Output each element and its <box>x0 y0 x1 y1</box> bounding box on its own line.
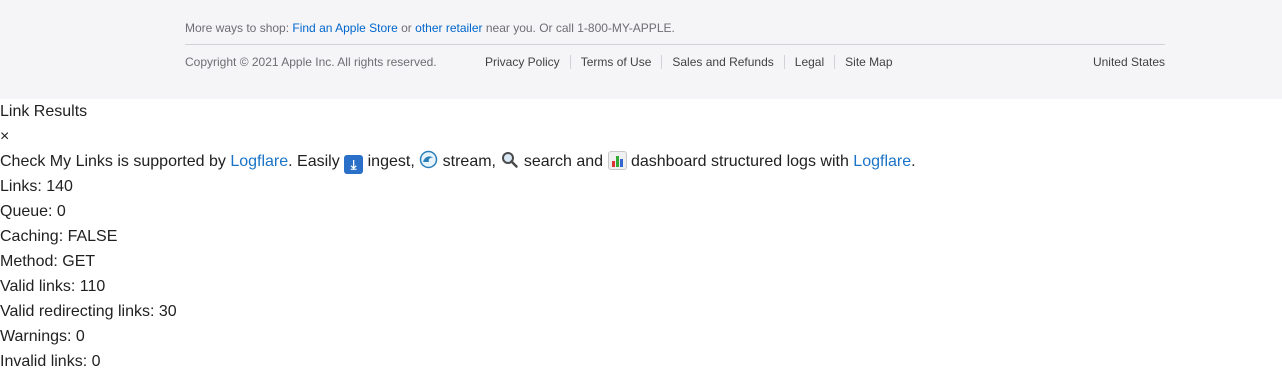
search-text: search and <box>519 153 608 170</box>
stat-valid-redirecting: Valid redirecting links: 30 <box>0 303 177 320</box>
stat-caching: Caching: FALSE <box>0 228 118 245</box>
find-apple-store-link[interactable]: Find an Apple Store <box>292 21 397 35</box>
close-row: × <box>0 124 1282 149</box>
results-title: Link Results <box>0 103 88 120</box>
shop-line: More ways to shop: Find an Apple Store o… <box>185 21 675 35</box>
ingest-text: ingest, <box>363 153 420 170</box>
support-line: Check My Links is supported by Logflare.… <box>0 149 1282 174</box>
other-retailer-link[interactable]: other retailer <box>415 21 482 35</box>
dashboard-text: dashboard structured logs with <box>626 153 854 170</box>
magnifier-icon <box>500 150 519 169</box>
stat-valid-links: Valid links: 110 <box>0 278 106 295</box>
logflare-link-2[interactable]: Logflare <box>853 153 911 170</box>
sales-and-refunds-link[interactable]: Sales and Refunds <box>661 55 783 69</box>
easily-text: . Easily <box>288 153 345 170</box>
stat-method: Method: GET <box>0 253 96 270</box>
copyright-text: Copyright © 2021 Apple Inc. All rights r… <box>185 55 437 69</box>
apple-footer: More ways to shop: Find an Apple Store o… <box>0 0 1282 99</box>
ingest-arrow-icon: ⤓ <box>344 155 364 174</box>
footer-divider <box>185 44 1165 45</box>
or-text: or <box>397 21 416 35</box>
support-prefix: Check My Links is supported by <box>0 153 231 170</box>
shop-suffix: near you. Or call 1-800-MY-APPLE. <box>482 21 675 35</box>
shop-prefix: More ways to shop: <box>185 21 293 35</box>
stat-invalid-links: Invalid links: 0 <box>0 353 101 370</box>
period-text: . <box>911 153 916 170</box>
locale-link[interactable]: United States <box>1093 55 1165 69</box>
logflare-link[interactable]: Logflare <box>230 153 288 170</box>
stream-text: stream, <box>438 153 501 170</box>
terms-of-use-link[interactable]: Terms of Use <box>569 55 662 69</box>
link-results-panel: Link Results × Check My Links is support… <box>0 99 1282 374</box>
stat-warnings: Warnings: 0 <box>0 328 85 345</box>
stat-queue: Queue: 0 <box>0 203 66 220</box>
site-map-link[interactable]: Site Map <box>834 55 902 69</box>
privacy-policy-link[interactable]: Privacy Policy <box>485 55 570 69</box>
wave-icon <box>419 150 438 169</box>
close-icon[interactable]: × <box>0 128 9 145</box>
bar-chart-icon <box>607 151 627 170</box>
legal-link[interactable]: Legal <box>783 55 834 69</box>
stat-links: Links: 140 <box>0 178 73 195</box>
legal-links: Privacy Policy Terms of Use Sales and Re… <box>485 55 903 69</box>
